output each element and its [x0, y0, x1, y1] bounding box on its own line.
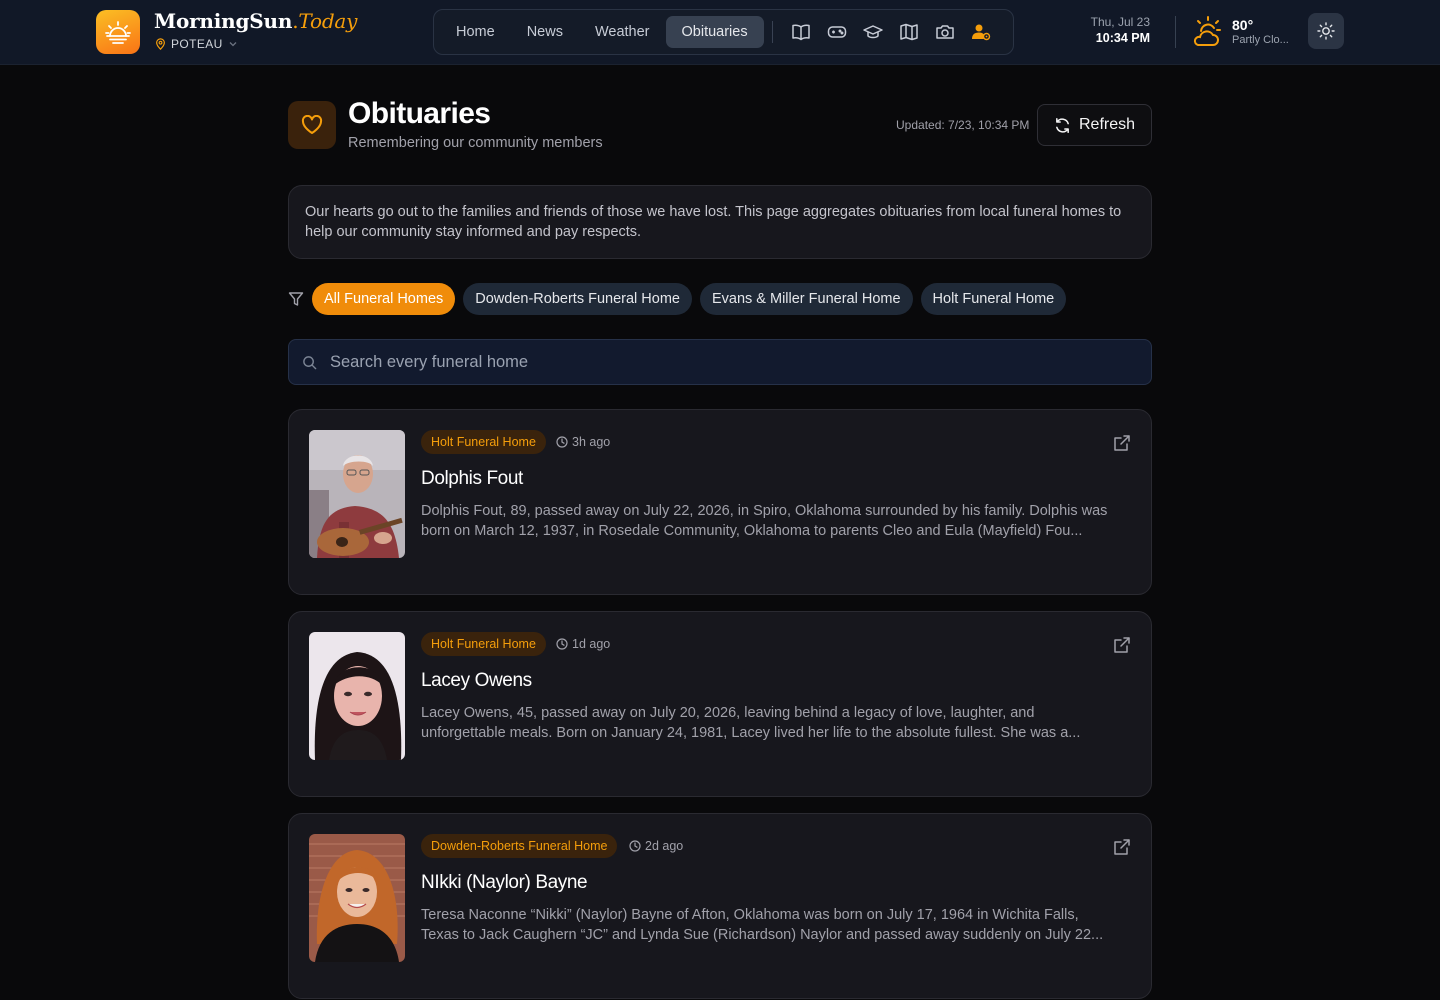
posted-time: 3h ago	[556, 435, 610, 449]
deceased-name[interactable]: Dolphis Fout	[421, 468, 523, 490]
nav-home[interactable]: Home	[440, 16, 511, 48]
header-divider	[1175, 16, 1176, 48]
filter-chip-evans-miller[interactable]: Evans & Miller Funeral Home	[699, 283, 913, 315]
brand-title[interactable]: MorningSun.Today	[154, 9, 357, 33]
funeral-home-badge: Dowden-Roberts Funeral Home	[421, 834, 618, 858]
theme-toggle-button[interactable]	[1308, 13, 1344, 49]
weather-condition: Partly Clo...	[1232, 34, 1289, 46]
page-subtitle: Remembering our community members	[348, 135, 603, 151]
community-notice: Our hearts go out to the families and fr…	[288, 185, 1152, 259]
filter-chip-dowden-roberts[interactable]: Dowden-Roberts Funeral Home	[463, 283, 692, 315]
filter-icon	[288, 291, 304, 312]
external-link-icon[interactable]	[1113, 434, 1131, 457]
main-nav: Home News Weather Obituaries	[433, 9, 1014, 55]
page-title: Obituaries	[348, 97, 491, 130]
external-link-icon[interactable]	[1113, 838, 1131, 861]
chevron-down-icon	[229, 42, 237, 47]
obituary-card[interactable]: Holt Funeral Home 1d ago Lacey Owens Lac…	[288, 611, 1152, 797]
refresh-label: Refresh	[1078, 116, 1136, 133]
refresh-button[interactable]: Refresh	[1037, 104, 1152, 146]
obituary-photo[interactable]	[309, 430, 405, 558]
brand-suffix: Today	[298, 9, 358, 33]
weather-temperature[interactable]: 80°	[1232, 17, 1253, 33]
filter-chip-holt[interactable]: Holt Funeral Home	[920, 283, 1067, 315]
nav-weather[interactable]: Weather	[579, 16, 666, 48]
nav-obituaries[interactable]: Obituaries	[665, 16, 764, 48]
obituary-card[interactable]: Dowden-Roberts Funeral Home 2d ago NIkki…	[288, 813, 1152, 999]
location-label: POTEAU	[171, 37, 223, 51]
clock-icon	[556, 638, 568, 650]
sunrise-logo-icon[interactable]	[96, 10, 140, 54]
current-time: 10:34 PM	[1095, 31, 1150, 45]
current-date: Thu, Jul 23	[1090, 15, 1150, 29]
map-pin-icon	[156, 38, 165, 50]
top-navigation-bar: MorningSun.Today POTEAU Home News Weathe…	[0, 0, 1440, 65]
obituary-excerpt: Dolphis Fout, 89, passed away on July 22…	[421, 503, 1108, 539]
obituary-photo[interactable]	[309, 834, 405, 962]
posted-time-label: 3h ago	[572, 435, 611, 449]
filter-chip-all[interactable]: All Funeral Homes	[312, 283, 456, 315]
nav-divider	[771, 21, 773, 43]
deceased-name[interactable]: Lacey Owens	[421, 670, 532, 692]
funeral-home-filters: All Funeral Homes Dowden-Roberts Funeral…	[312, 283, 1067, 315]
brand-name: MorningSun	[154, 9, 293, 33]
obituary-card[interactable]: Holt Funeral Home 3h ago Dolphis Fout Do…	[288, 409, 1152, 595]
obituary-excerpt: Teresa Naconne “Nikki” (Naylor) Bayne of…	[421, 907, 1104, 943]
obituary-photo[interactable]	[309, 632, 405, 760]
deceased-name[interactable]: NIkki (Naylor) Bayne	[421, 872, 588, 894]
posted-time: 2d ago	[629, 839, 683, 853]
heart-icon	[288, 101, 336, 149]
obituary-excerpt: Lacey Owens, 45, passed away on July 20,…	[421, 705, 1081, 741]
map-icon[interactable]	[891, 16, 927, 48]
user-settings-icon[interactable]	[963, 16, 999, 48]
clock-icon	[556, 436, 568, 448]
date-time-display: Thu, Jul 23 10:34 PM	[1091, 15, 1150, 45]
refresh-icon	[1056, 117, 1069, 133]
search-box	[288, 339, 1152, 385]
search-icon	[303, 355, 317, 369]
external-link-icon[interactable]	[1113, 636, 1131, 659]
partly-cloudy-icon[interactable]	[1191, 15, 1225, 54]
posted-time-label: 2d ago	[645, 839, 684, 853]
funeral-home-badge: Holt Funeral Home	[421, 632, 546, 656]
funeral-home-badge: Holt Funeral Home	[421, 430, 546, 454]
posted-time: 1d ago	[556, 637, 610, 651]
nav-news[interactable]: News	[511, 16, 579, 48]
posted-time-label: 1d ago	[572, 637, 611, 651]
location-selector[interactable]: POTEAU	[155, 37, 238, 51]
camera-icon[interactable]	[927, 16, 963, 48]
last-updated: Updated: 7/23, 10:34 PM	[896, 118, 1030, 132]
sun-icon	[1317, 22, 1335, 40]
search-input[interactable]	[330, 342, 1151, 382]
book-icon[interactable]	[783, 16, 819, 48]
clock-icon	[629, 840, 641, 852]
gamepad-icon[interactable]	[819, 16, 855, 48]
graduation-cap-icon[interactable]	[855, 16, 891, 48]
